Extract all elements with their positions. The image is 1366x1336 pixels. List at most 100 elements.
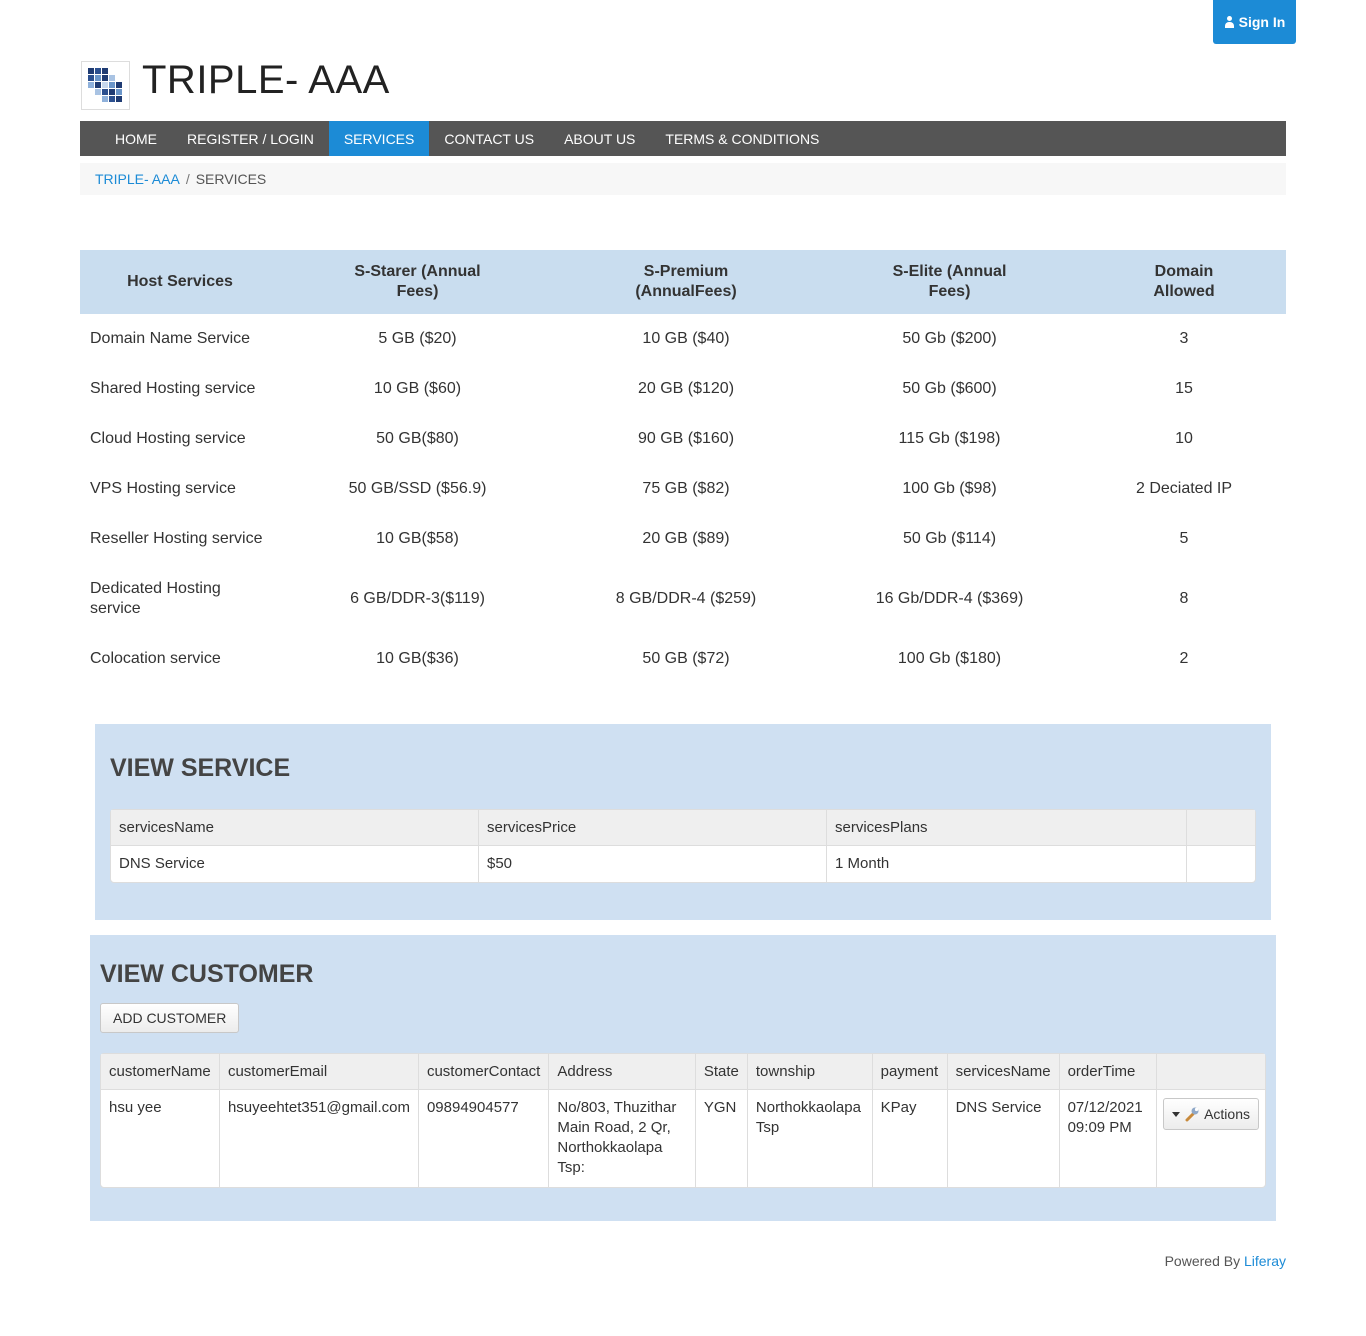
column-header-services-plans: servicesPlans bbox=[827, 810, 1187, 846]
nav-item-home[interactable]: HOME bbox=[100, 121, 172, 156]
nav-item-about-us[interactable]: ABOUT US bbox=[549, 121, 650, 156]
pricing-cell: 50 Gb ($114) bbox=[902, 530, 997, 547]
nav-item-terms-conditions[interactable]: TERMS & CONDITIONS bbox=[650, 121, 834, 156]
breadcrumb-home-link[interactable]: TRIPLE- AAA bbox=[95, 171, 180, 187]
column-header-services-price: servicesPrice bbox=[479, 810, 827, 846]
pricing-cell-service: Reseller Hosting service bbox=[90, 530, 263, 547]
pricing-cell: 15 bbox=[1175, 380, 1193, 397]
column-header-services-name: servicesName bbox=[947, 1054, 1060, 1090]
pricing-cell: 75 GB ($82) bbox=[642, 480, 730, 497]
pricing-cell: 10 GB($36) bbox=[376, 650, 459, 667]
caret-down-icon bbox=[1172, 1111, 1181, 1117]
pricing-cell: 50 GB($80) bbox=[376, 430, 459, 447]
liferay-link[interactable]: Liferay bbox=[1244, 1253, 1286, 1269]
pricing-cell: 50 Gb ($600) bbox=[902, 380, 997, 397]
powered-by-text: Powered By bbox=[1164, 1253, 1241, 1269]
view-service-panel: VIEW SERVICE servicesName servicesPrice … bbox=[95, 724, 1271, 920]
pricing-cell: 2 bbox=[1179, 650, 1189, 667]
breadcrumb-current: SERVICES bbox=[195, 171, 267, 187]
pricing-cell: 10 GB($58) bbox=[376, 530, 459, 547]
pricing-cell: 5 bbox=[1179, 530, 1189, 547]
column-header-customer-email: customerEmail bbox=[219, 1054, 419, 1090]
column-header-customer-contact: customerContact bbox=[418, 1054, 550, 1090]
pricing-cell: 10 bbox=[1175, 430, 1193, 447]
pricing-cell-service: Cloud Hosting service bbox=[90, 430, 246, 447]
table-row: hsu yee hsuyeehtet351@gmail.com 09894904… bbox=[101, 1090, 1265, 1187]
pricing-cell: 90 GB ($160) bbox=[637, 430, 735, 447]
pricing-cell: 6 GB/DDR-3($119) bbox=[350, 590, 485, 607]
pricing-cell-service: Shared Hosting service bbox=[90, 380, 256, 397]
pricing-row: Cloud Hosting service 50 GB($80) 90 GB (… bbox=[80, 414, 1286, 464]
view-customer-panel: VIEW CUSTOMER ADD CUSTOMER customerName … bbox=[90, 935, 1276, 1221]
pricing-row: Domain Name Service 5 GB ($20) 10 GB ($4… bbox=[80, 314, 1286, 364]
pricing-header-row: Host Services S-Starer (Annual Fees) S-P… bbox=[80, 250, 1286, 314]
pricing-row: Shared Hosting service 10 GB ($60) 20 GB… bbox=[80, 364, 1286, 414]
nav-item-contact-us[interactable]: CONTACT US bbox=[429, 121, 549, 156]
column-header-blank bbox=[1187, 810, 1255, 846]
pricing-row: Reseller Hosting service 10 GB($58) 20 G… bbox=[80, 514, 1286, 564]
pricing-row: Colocation service 10 GB($36) 50 GB ($72… bbox=[80, 634, 1286, 684]
table-row: DNS Service $50 1 Month bbox=[111, 846, 1255, 882]
cell-state: YGN bbox=[696, 1090, 748, 1187]
footer: Powered By Liferay bbox=[1165, 1253, 1286, 1269]
pricing-cell: 20 GB ($120) bbox=[637, 380, 735, 397]
pricing-cell: 10 GB ($60) bbox=[373, 380, 462, 397]
cell-services-name: DNS Service bbox=[111, 846, 479, 882]
wrench-icon bbox=[1185, 1107, 1199, 1122]
column-header-order-time: orderTime bbox=[1059, 1054, 1158, 1090]
cell-services-plans: 1 Month bbox=[827, 846, 1187, 882]
cell-township: Northokkaolapa Tsp bbox=[748, 1090, 873, 1187]
cell-address: No/803, Thuzithar Main Road, 2 Qr, North… bbox=[549, 1090, 696, 1187]
site-logo[interactable] bbox=[81, 61, 130, 110]
pricing-cell: 115 Gb ($198) bbox=[898, 430, 1001, 447]
pricing-cell-service: VPS Hosting service bbox=[90, 480, 236, 497]
logo-mosaic-icon bbox=[88, 68, 122, 102]
column-header-address: Address bbox=[549, 1054, 696, 1090]
pricing-cell: 8 bbox=[1179, 590, 1189, 607]
pricing-header-cell: S-Elite (Annual Fees) bbox=[892, 263, 1007, 300]
sign-in-button[interactable]: Sign In bbox=[1213, 0, 1296, 44]
cell-payment: KPay bbox=[873, 1090, 948, 1187]
pricing-cell: 100 Gb ($98) bbox=[902, 480, 997, 497]
column-header-payment: payment bbox=[872, 1054, 948, 1090]
nav-item-services[interactable]: SERVICES bbox=[328, 121, 430, 156]
pricing-cell: 50 GB/SSD ($56.9) bbox=[348, 480, 487, 497]
pricing-cell: 10 GB ($40) bbox=[642, 330, 730, 347]
view-customer-title: VIEW CUSTOMER bbox=[100, 960, 314, 988]
pricing-table: Host Services S-Starer (Annual Fees) S-P… bbox=[80, 250, 1286, 684]
breadcrumb-separator: / bbox=[185, 171, 190, 187]
cell-services-name: DNS Service bbox=[948, 1090, 1060, 1187]
breadcrumb: TRIPLE- AAA / SERVICES bbox=[80, 163, 1286, 195]
customers-table: customerName customerEmail customerConta… bbox=[100, 1053, 1266, 1188]
nav-item-register-login[interactable]: REGISTER / LOGIN bbox=[172, 121, 329, 156]
add-customer-button[interactable]: ADD CUSTOMER bbox=[100, 1003, 240, 1033]
pricing-cell: 5 GB ($20) bbox=[378, 330, 457, 347]
pricing-cell: 3 bbox=[1179, 330, 1189, 347]
pricing-cell: 50 GB ($72) bbox=[642, 650, 730, 667]
pricing-header-cell: S-Premium (AnnualFees) bbox=[635, 263, 737, 300]
cell-services-price: $50 bbox=[479, 846, 827, 882]
pricing-row: Dedicated Hosting service 6 GB/DDR-3($11… bbox=[80, 564, 1286, 634]
column-header-actions bbox=[1157, 1054, 1265, 1090]
services-header-row: servicesName servicesPrice servicesPlans bbox=[111, 810, 1255, 846]
view-service-title: VIEW SERVICE bbox=[110, 754, 291, 782]
cell-order-time: 07/12/2021 09:09 PM bbox=[1060, 1090, 1158, 1187]
column-header-customer-name: customerName bbox=[101, 1054, 220, 1090]
cell-customer-contact: 09894904577 bbox=[419, 1090, 550, 1187]
cell-customer-email: hsuyeehtet351@gmail.com bbox=[220, 1090, 419, 1187]
pricing-cell-service: Domain Name Service bbox=[90, 330, 251, 347]
pricing-header-cell: S-Starer (Annual Fees) bbox=[354, 263, 481, 300]
pricing-cell: 8 GB/DDR-4 ($259) bbox=[615, 590, 757, 607]
pricing-cell: 100 Gb ($180) bbox=[897, 650, 1002, 667]
cell-customer-name: hsu yee bbox=[101, 1090, 220, 1187]
services-table: servicesName servicesPrice servicesPlans… bbox=[110, 809, 1256, 883]
main-nav: HOME REGISTER / LOGIN SERVICES CONTACT U… bbox=[80, 121, 1286, 156]
pricing-cell: 2 Deciated IP bbox=[1135, 480, 1233, 497]
actions-dropdown-button[interactable]: Actions bbox=[1163, 1098, 1259, 1130]
cell-blank bbox=[1187, 846, 1255, 882]
pricing-header-cell: Domain Allowed bbox=[1153, 263, 1215, 300]
pricing-row: VPS Hosting service 50 GB/SSD ($56.9) 75… bbox=[80, 464, 1286, 514]
column-header-state: State bbox=[695, 1054, 748, 1090]
sign-in-label: Sign In bbox=[1238, 14, 1286, 30]
pricing-cell: 16 Gb/DDR-4 ($369) bbox=[875, 590, 1024, 607]
